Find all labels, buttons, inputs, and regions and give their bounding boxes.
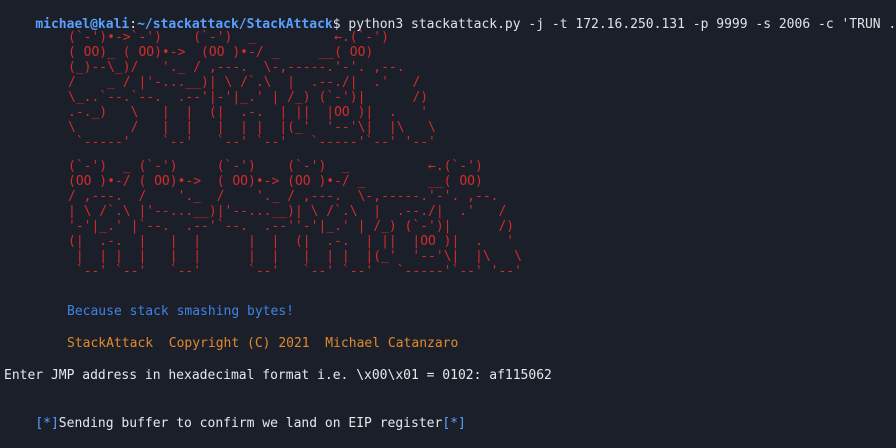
status-text: Sending buffer to confirm we land on EIP… — [58, 416, 443, 431]
status-bracket-open: [*] — [35, 416, 59, 431]
banner-art-stack: (`-')•->`-') (`-') _ ←.(`-') ( OO)_ ( OO… — [68, 30, 436, 150]
banner-art-attack: (`-') _ (`-') (`-') (`-') _ ←.(`-') (OO … — [68, 159, 522, 279]
status-bracket-close: [*] — [442, 416, 466, 431]
jmp-address-prompt: Enter JMP address in hexadecimal format … — [4, 368, 552, 383]
banner-copyright: StackAttack Copyright (C) 2021 Michael C… — [67, 336, 459, 351]
banner-tagline: Because stack smashing bytes! — [67, 304, 294, 319]
command-prompt-line: michael@kali:~/stackattack/StackAttack$ … — [4, 1, 896, 32]
terminal-window[interactable]: michael@kali:~/stackattack/StackAttack$ … — [0, 0, 896, 431]
